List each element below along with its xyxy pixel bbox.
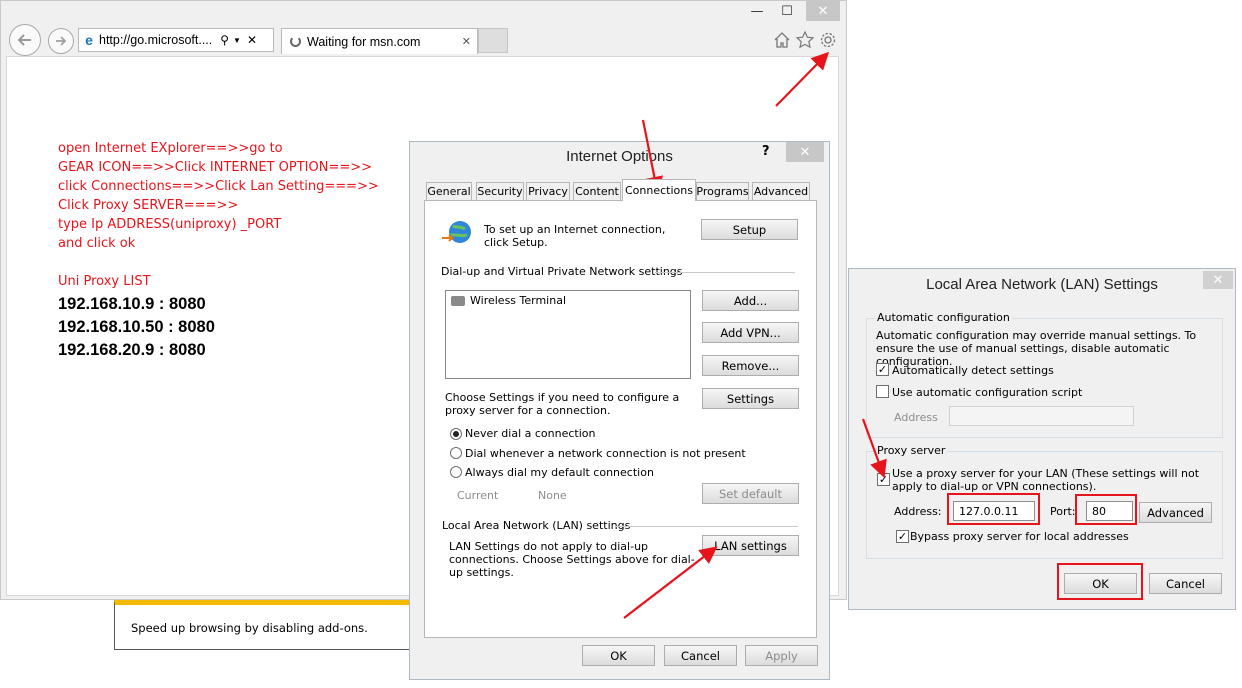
tab-connections[interactable]: Connections [622,179,696,201]
arrow-to-gear [775,51,830,107]
arrow-to-lan-settings [623,546,718,619]
annotation-arrows [623,51,887,619]
arrow-to-proxy-checkbox [861,418,887,479]
